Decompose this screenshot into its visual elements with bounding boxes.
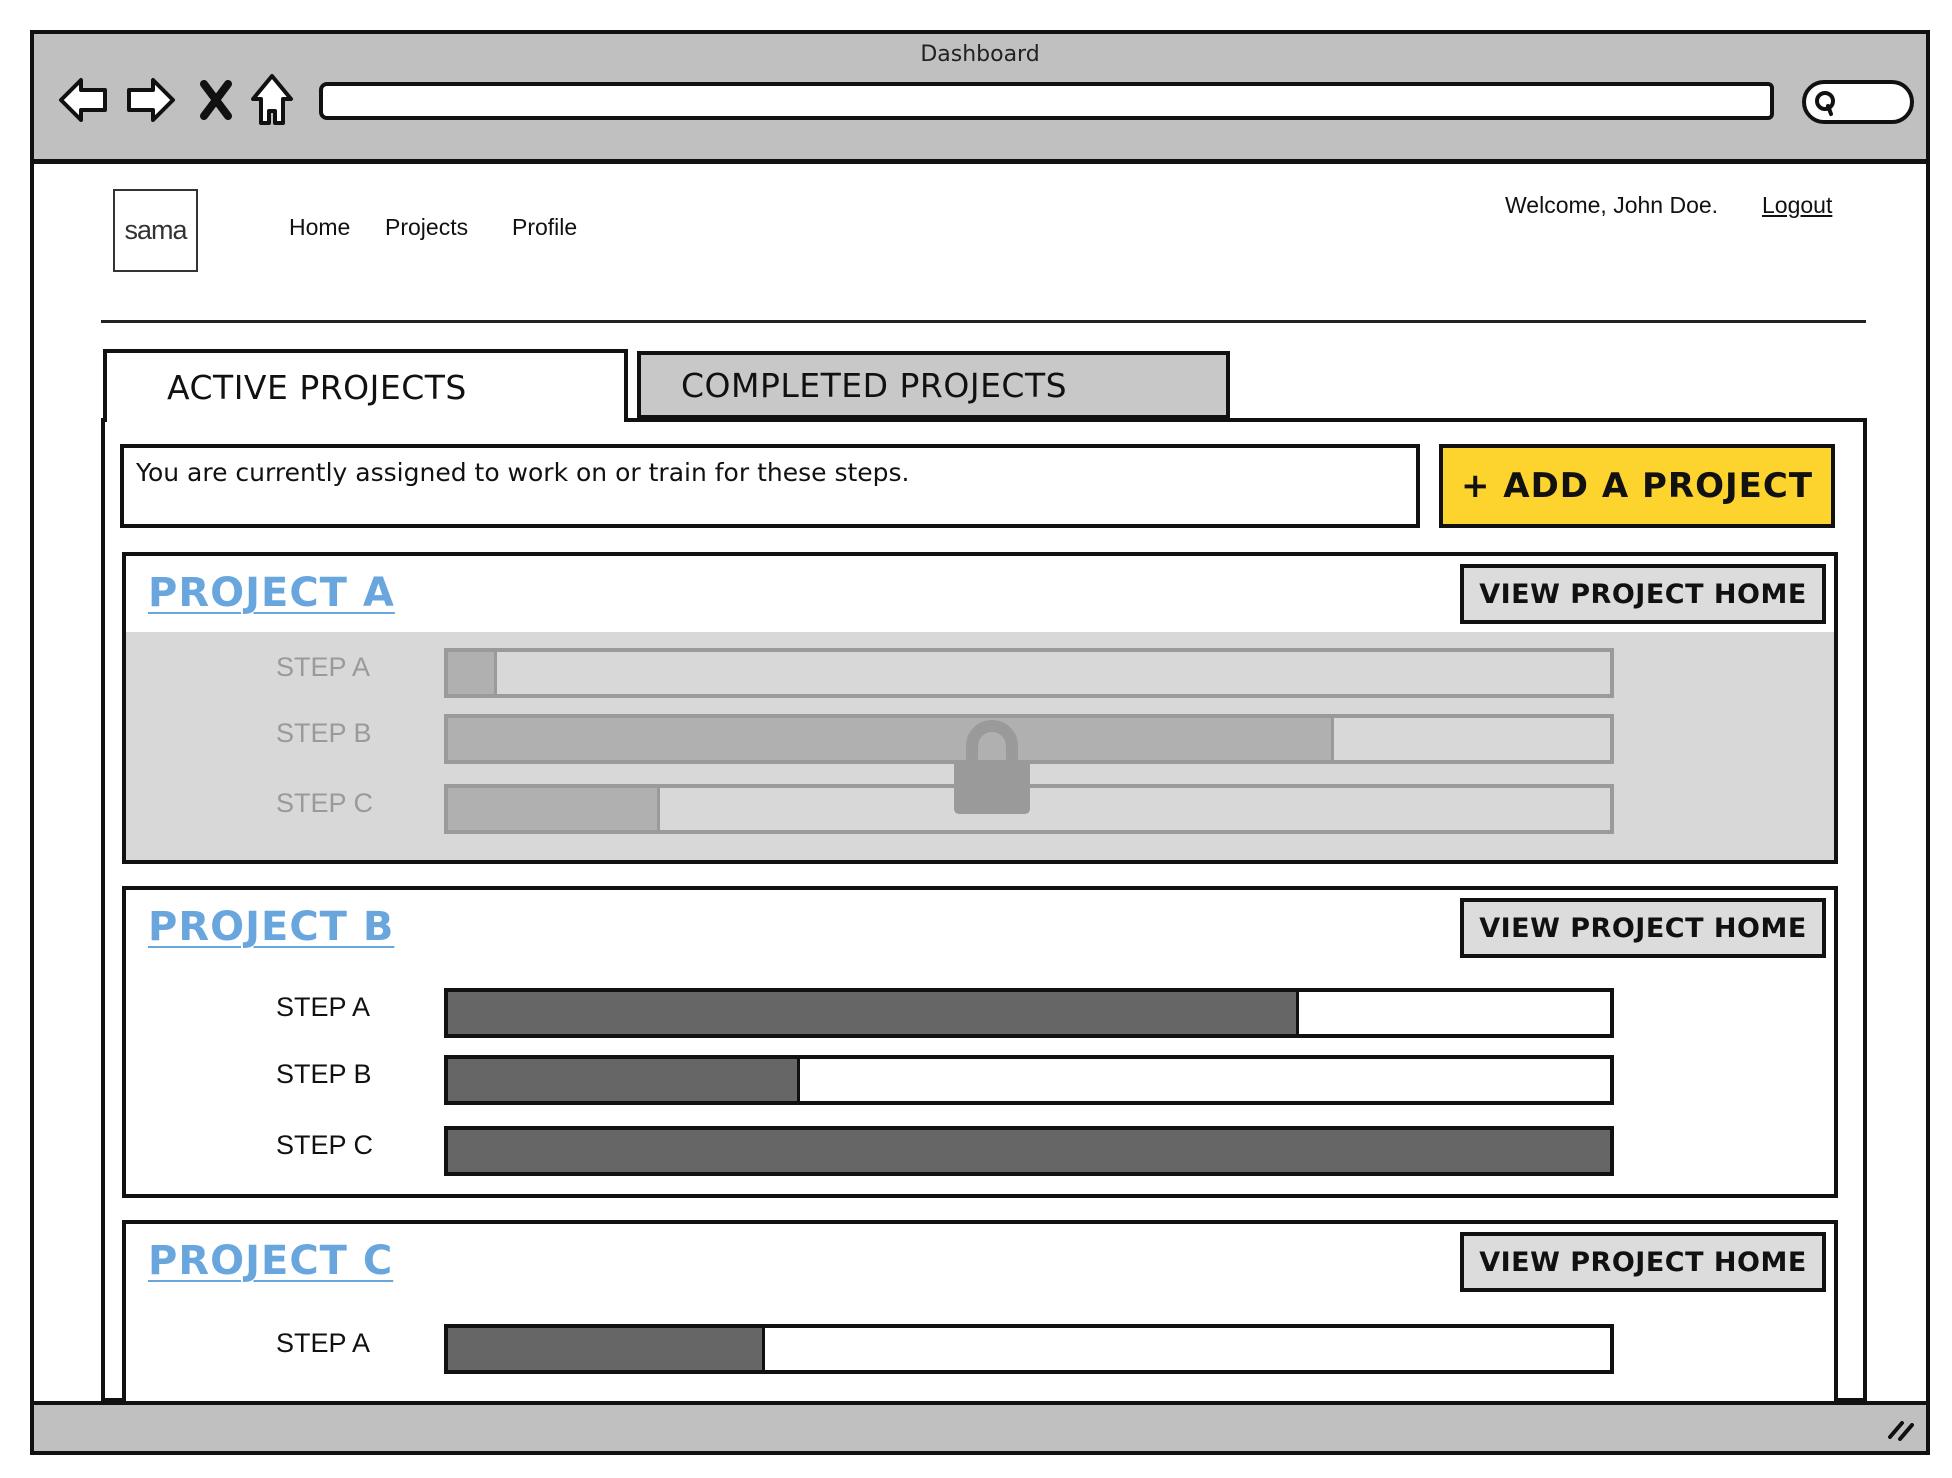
project-card-b: PROJECT B VIEW PROJECT HOME STEP A STEP … <box>122 886 1838 1198</box>
progress-fill <box>448 788 661 830</box>
step-label: STEP A <box>276 992 371 1022</box>
progress-bar <box>444 648 1614 698</box>
tab-active-projects[interactable]: ACTIVE PROJECTS <box>103 349 628 422</box>
browser-status-bar <box>30 1401 1930 1455</box>
step-label: STEP C <box>276 1130 374 1160</box>
step-row: STEP A <box>126 988 1834 1038</box>
progress-bar <box>444 1126 1614 1176</box>
lock-icon <box>954 720 1030 814</box>
address-bar[interactable] <box>319 82 1774 120</box>
back-arrow-icon[interactable] <box>56 72 112 128</box>
logout-link[interactable]: Logout <box>1762 192 1832 219</box>
progress-fill <box>448 1059 800 1101</box>
nav-profile-link[interactable]: Profile <box>512 214 577 241</box>
project-card-c: PROJECT C VIEW PROJECT HOME STEP A <box>122 1220 1838 1401</box>
progress-bar <box>444 1055 1614 1105</box>
project-a-title-link[interactable]: PROJECT A <box>148 570 395 616</box>
browser-search-field[interactable] <box>1802 80 1914 124</box>
project-c-title-link[interactable]: PROJECT C <box>148 1238 393 1284</box>
progress-fill <box>448 992 1300 1034</box>
home-icon[interactable] <box>244 72 300 128</box>
forward-arrow-icon[interactable] <box>122 72 178 128</box>
welcome-message: Welcome, John Doe. <box>1505 192 1719 218</box>
progress-bar <box>444 988 1614 1038</box>
project-b-title-link[interactable]: PROJECT B <box>148 904 394 950</box>
project-c-view-home-button[interactable]: VIEW PROJECT HOME <box>1460 1232 1826 1292</box>
step-row: STEP A <box>126 1324 1834 1374</box>
step-label: STEP B <box>276 1059 372 1089</box>
progress-fill <box>448 1328 765 1370</box>
step-label: STEP B <box>276 718 372 748</box>
progress-fill <box>448 718 1335 760</box>
resize-grip-icon[interactable] <box>1886 1415 1916 1441</box>
step-label: STEP C <box>276 788 374 818</box>
step-label: STEP A <box>276 652 371 682</box>
step-row: STEP B <box>126 1055 1834 1105</box>
progress-bar <box>444 1324 1614 1374</box>
search-icon <box>1815 91 1835 116</box>
site-logo[interactable]: sama <box>113 189 198 272</box>
step-row: STEP A <box>126 648 1834 698</box>
project-card-a: PROJECT A VIEW PROJECT HOME STEP A STEP … <box>122 552 1838 864</box>
assignment-info-text: You are currently assigned to work on or… <box>120 444 1420 528</box>
progress-fill <box>448 652 498 694</box>
stop-x-icon[interactable] <box>188 72 244 128</box>
tab-completed-projects[interactable]: COMPLETED PROJECTS <box>637 351 1230 419</box>
window-title: Dashboard <box>920 42 1040 67</box>
add-project-button[interactable]: + ADD A PROJECT <box>1439 444 1835 528</box>
progress-fill <box>448 1130 1610 1172</box>
project-a-view-home-button[interactable]: VIEW PROJECT HOME <box>1460 564 1826 624</box>
step-label: STEP A <box>276 1328 371 1358</box>
step-row: STEP C <box>126 1126 1834 1176</box>
project-b-view-home-button[interactable]: VIEW PROJECT HOME <box>1460 898 1826 958</box>
header-divider <box>101 320 1866 323</box>
browser-toolbar: Dashboard <box>30 30 1930 164</box>
nav-projects-link[interactable]: Projects <box>385 214 468 241</box>
nav-home-link[interactable]: Home <box>289 214 350 241</box>
